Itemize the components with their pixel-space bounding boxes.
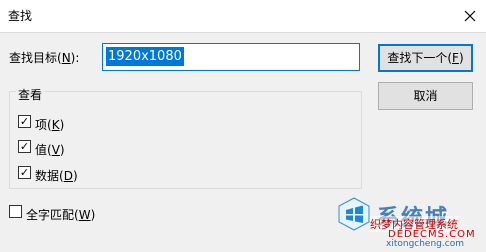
find-label-suffix: ): — [70, 51, 80, 65]
find-next-label-mnemonic: F — [452, 51, 459, 65]
find-next-label-suffix: ) — [458, 51, 464, 65]
values-label-prefix: 值( — [35, 143, 52, 157]
match-whole-label-mnemonic: W — [78, 208, 91, 222]
close-icon[interactable] — [458, 4, 482, 28]
keys-label-mnemonic: K — [51, 118, 60, 132]
data-checkbox[interactable]: ✓ — [18, 166, 31, 179]
watermark-line3: xitongcheng.com — [386, 239, 464, 249]
windows-logo-icon — [338, 197, 370, 231]
find-what-label: 查找目标(N): — [9, 49, 79, 66]
match-whole-string-label: 全字匹配(W) — [26, 206, 95, 223]
keys-checkbox[interactable]: ✓ — [18, 115, 31, 128]
values-label: 值(V) — [35, 141, 65, 158]
find-next-button[interactable]: 查找下一个(F) — [378, 44, 473, 72]
cancel-button[interactable]: 取消 — [378, 82, 473, 110]
match-whole-string-checkbox[interactable] — [9, 205, 22, 218]
look-in-title: 查看 — [16, 86, 45, 103]
data-label-suffix: ) — [72, 169, 78, 183]
find-what-input[interactable]: 1920x1080 — [102, 43, 360, 71]
match-whole-label-suffix: ) — [90, 208, 96, 222]
values-label-suffix: ) — [59, 143, 65, 157]
find-label-prefix: 查找目标( — [9, 51, 62, 65]
find-next-label-prefix: 查找下一个( — [387, 51, 453, 65]
title-bar: 查找 — [0, 0, 486, 32]
data-label: 数据(D) — [35, 167, 78, 184]
find-what-value: 1920x1080 — [106, 47, 184, 66]
window-title: 查找 — [8, 9, 33, 23]
cancel-label: 取消 — [413, 89, 438, 103]
values-label-mnemonic: V — [51, 143, 60, 157]
keys-label-prefix: 项( — [35, 118, 52, 132]
match-whole-label-prefix: 全字匹配( — [26, 208, 79, 222]
keys-label: 项(K) — [35, 116, 64, 133]
data-label-mnemonic: D — [63, 169, 73, 183]
data-label-prefix: 数据( — [35, 169, 64, 183]
keys-label-suffix: ) — [59, 118, 65, 132]
values-checkbox[interactable]: ✓ — [18, 140, 31, 153]
find-label-mnemonic: N — [61, 51, 71, 65]
